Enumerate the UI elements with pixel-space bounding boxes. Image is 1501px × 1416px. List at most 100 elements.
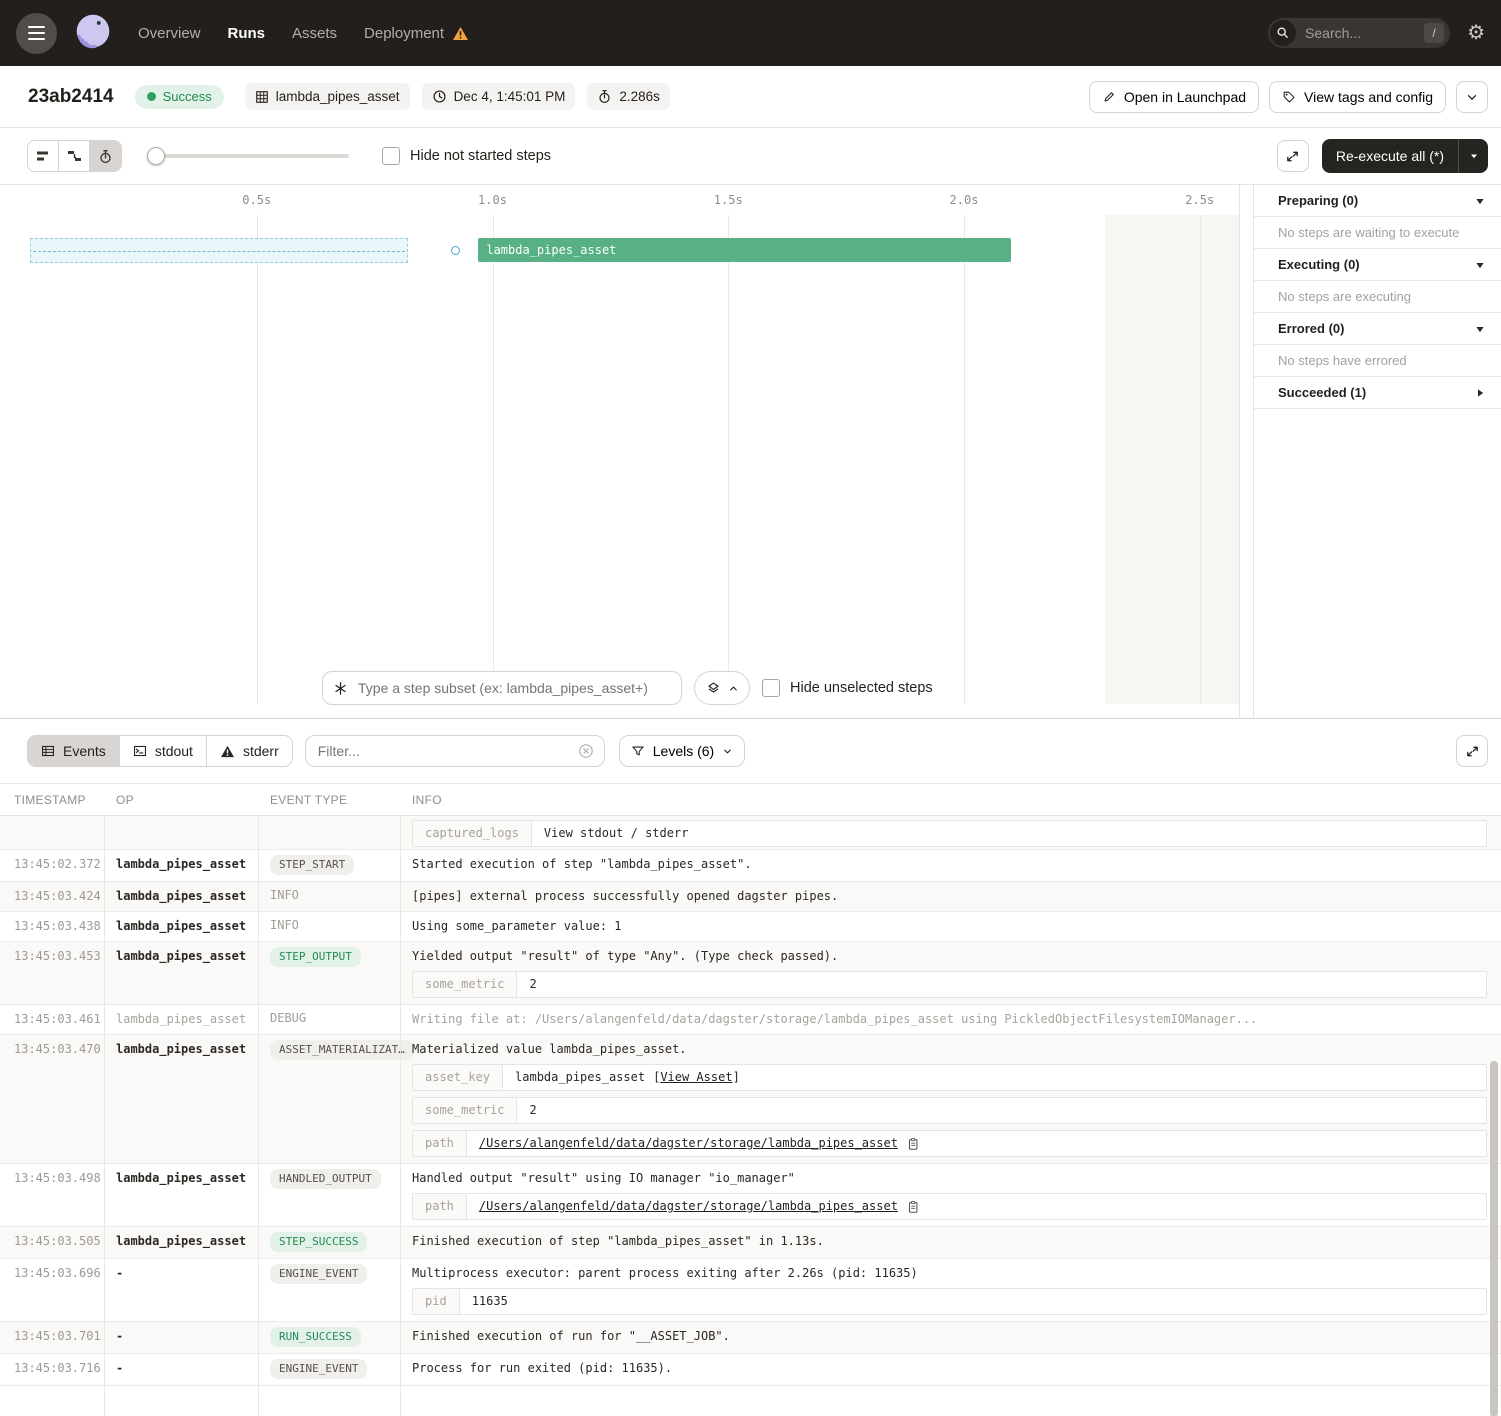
timeline-tick-label: 1.5s — [714, 193, 743, 207]
log-info: Process for run exited (pid: 11635). — [400, 1354, 1501, 1385]
nav-item-deployment[interactable]: Deployment — [364, 25, 469, 42]
reexecute-dropdown-caret[interactable] — [1458, 139, 1488, 173]
log-filter-field[interactable] — [305, 735, 605, 767]
log-event-type: STEP_START — [258, 850, 400, 881]
log-column-header: TIMESTAMP — [0, 784, 104, 815]
run-tag[interactable]: lambda_pipes_asset — [245, 83, 410, 110]
log-row[interactable]: 13:45:03.696-ENGINE_EVENTMultiprocess ex… — [0, 1259, 1501, 1322]
step-subset-field[interactable] — [322, 671, 682, 705]
log-row[interactable]: 13:45:03.701-RUN_SUCCESSFinished executi… — [0, 1322, 1501, 1354]
log-row[interactable]: 13:45:03.505lambda_pipes_assetSTEP_SUCCE… — [0, 1227, 1501, 1259]
log-row[interactable]: 13:45:03.498lambda_pipes_assetHANDLED_OU… — [0, 1164, 1501, 1227]
chevron-down-icon — [722, 746, 733, 757]
log-op: lambda_pipes_asset — [104, 850, 258, 881]
search-placeholder: Search... — [1305, 25, 1424, 41]
step-layers-button[interactable] — [694, 671, 750, 705]
metadata-key: pid — [413, 1289, 460, 1314]
gantt-zoom-slider[interactable] — [149, 147, 349, 165]
run-tag[interactable]: Dec 4, 1:45:01 PM — [422, 83, 576, 110]
log-tab-events[interactable]: Events — [28, 736, 120, 766]
log-toolbar: Eventsstdoutstderr Levels (6) — [0, 719, 1501, 783]
log-event-type: RUN_SUCCESS — [258, 1322, 400, 1353]
log-row[interactable]: 13:45:03.453lambda_pipes_assetSTEP_OUTPU… — [0, 942, 1501, 1005]
log-row[interactable]: 13:45:03.438lambda_pipes_assetINFOUsing … — [0, 912, 1501, 942]
section-title: Executing (0) — [1278, 257, 1360, 272]
metadata-path-link[interactable]: /Users/alangenfeld/data/dagster/storage/… — [479, 1135, 898, 1152]
hamburger-menu-button[interactable] — [16, 13, 57, 54]
log-row[interactable]: 13:45:03.424lambda_pipes_assetINFO[pipes… — [0, 882, 1501, 912]
copy-icon[interactable] — [906, 1200, 920, 1214]
metadata-plain-value: 2 — [529, 1102, 536, 1119]
log-row[interactable]: 13:45:03.716-ENGINE_EVENTProcess for run… — [0, 1354, 1501, 1386]
clear-filter-icon[interactable] — [578, 743, 594, 759]
expand-icon — [1465, 744, 1480, 759]
log-scrollbar[interactable] — [1490, 1061, 1498, 1416]
nav-item-overview[interactable]: Overview — [138, 25, 201, 42]
log-message: Yielded output "result" of type "Any". (… — [412, 948, 1487, 965]
log-message: Materialized value lambda_pipes_asset. — [412, 1041, 1487, 1058]
log-tab-stdout[interactable]: stdout — [120, 736, 207, 766]
hide-not-started-checkbox[interactable]: Hide not started steps — [382, 147, 551, 165]
metadata-path-link[interactable]: /Users/alangenfeld/data/dagster/storage/… — [479, 1198, 898, 1215]
metadata-key: path — [413, 1194, 467, 1219]
log-row[interactable]: 13:45:03.461lambda_pipes_assetDEBUGWriti… — [0, 1005, 1501, 1035]
nav-item-assets[interactable]: Assets — [292, 25, 337, 42]
log-row[interactable]: 13:45:03.470lambda_pipes_assetASSET_MATE… — [0, 1035, 1501, 1164]
levels-dropdown[interactable]: Levels (6) — [619, 735, 745, 767]
view-tags-config-button[interactable]: View tags and config — [1269, 81, 1446, 113]
tag-icon — [1282, 90, 1296, 104]
caret-down-filled-icon[interactable] — [1475, 196, 1485, 206]
hide-unselected-checkbox[interactable]: Hide unselected steps — [762, 679, 933, 697]
timed-view-button[interactable] — [90, 141, 121, 171]
caret-down-filled-icon[interactable] — [1475, 324, 1485, 334]
log-message: Started execution of step "lambda_pipes_… — [412, 856, 1487, 873]
metadata-value: /Users/alangenfeld/data/dagster/storage/… — [467, 1131, 1486, 1156]
dagster-logo-icon[interactable] — [70, 10, 116, 56]
flat-view-button[interactable] — [28, 141, 59, 171]
step-subset-input[interactable] — [356, 679, 671, 697]
log-row[interactable]: captured_logsView stdout / stderr — [0, 816, 1501, 850]
log-fullscreen-button[interactable] — [1456, 735, 1488, 767]
metadata-key: some_metric — [413, 972, 517, 997]
gantt-sidebar-gutter — [1240, 185, 1253, 718]
slider-track — [149, 154, 349, 158]
metadata-plain-value[interactable]: View stdout / stderr — [544, 825, 689, 842]
caret-right-filled-icon[interactable] — [1475, 388, 1485, 398]
run-tag[interactable]: 2.286s — [587, 83, 670, 110]
section-title: Succeeded (1) — [1278, 385, 1366, 400]
gear-icon[interactable]: ⚙ — [1467, 23, 1485, 43]
run-id: 23ab2414 — [28, 86, 114, 108]
timeline-grid-line — [493, 215, 494, 704]
section-title: Preparing (0) — [1278, 193, 1358, 208]
caret-down-filled-icon[interactable] — [1475, 260, 1485, 270]
section-title: Errored (0) — [1278, 321, 1344, 336]
log-filter-input[interactable] — [316, 742, 570, 760]
search-input[interactable]: Search... / — [1268, 18, 1450, 48]
timeline-tick-label: 2.0s — [950, 193, 979, 207]
metadata-value: lambda_pipes_asset[View Asset] — [503, 1065, 1486, 1090]
waterfall-view-button[interactable] — [59, 141, 90, 171]
gantt-fullscreen-button[interactable] — [1277, 140, 1309, 172]
log-row[interactable]: 13:45:02.372lambda_pipes_assetSTEP_START… — [0, 850, 1501, 882]
metadata-key: asset_key — [413, 1065, 503, 1090]
step-status-section-header[interactable]: Succeeded (1) — [1254, 377, 1501, 409]
flat-view-icon — [36, 149, 51, 163]
view-asset-link[interactable]: View Asset — [660, 1070, 732, 1084]
chevron-up-icon — [728, 683, 739, 694]
open-in-launchpad-button[interactable]: Open in Launchpad — [1089, 81, 1259, 113]
checkbox-icon[interactable] — [382, 147, 400, 165]
run-header-more-button[interactable] — [1456, 81, 1488, 113]
copy-icon[interactable] — [906, 1137, 920, 1151]
gantt-step-bar[interactable]: lambda_pipes_asset — [478, 238, 1011, 262]
step-status-section-header[interactable]: Preparing (0) — [1254, 185, 1501, 217]
step-status-section-header[interactable]: Errored (0) — [1254, 313, 1501, 345]
checkbox-icon[interactable] — [762, 679, 780, 697]
slider-knob[interactable] — [147, 147, 165, 165]
log-info: Handled output "result" using IO manager… — [400, 1164, 1501, 1226]
event-type-badge: DEBUG — [270, 1010, 306, 1027]
step-status-section-header[interactable]: Executing (0) — [1254, 249, 1501, 281]
log-info: Materialized value lambda_pipes_asset.as… — [400, 1035, 1501, 1163]
nav-item-runs[interactable]: Runs — [228, 25, 266, 42]
log-tab-stderr[interactable]: stderr — [207, 736, 292, 766]
reexecute-all-button[interactable]: Re-execute all (*) — [1322, 139, 1488, 173]
